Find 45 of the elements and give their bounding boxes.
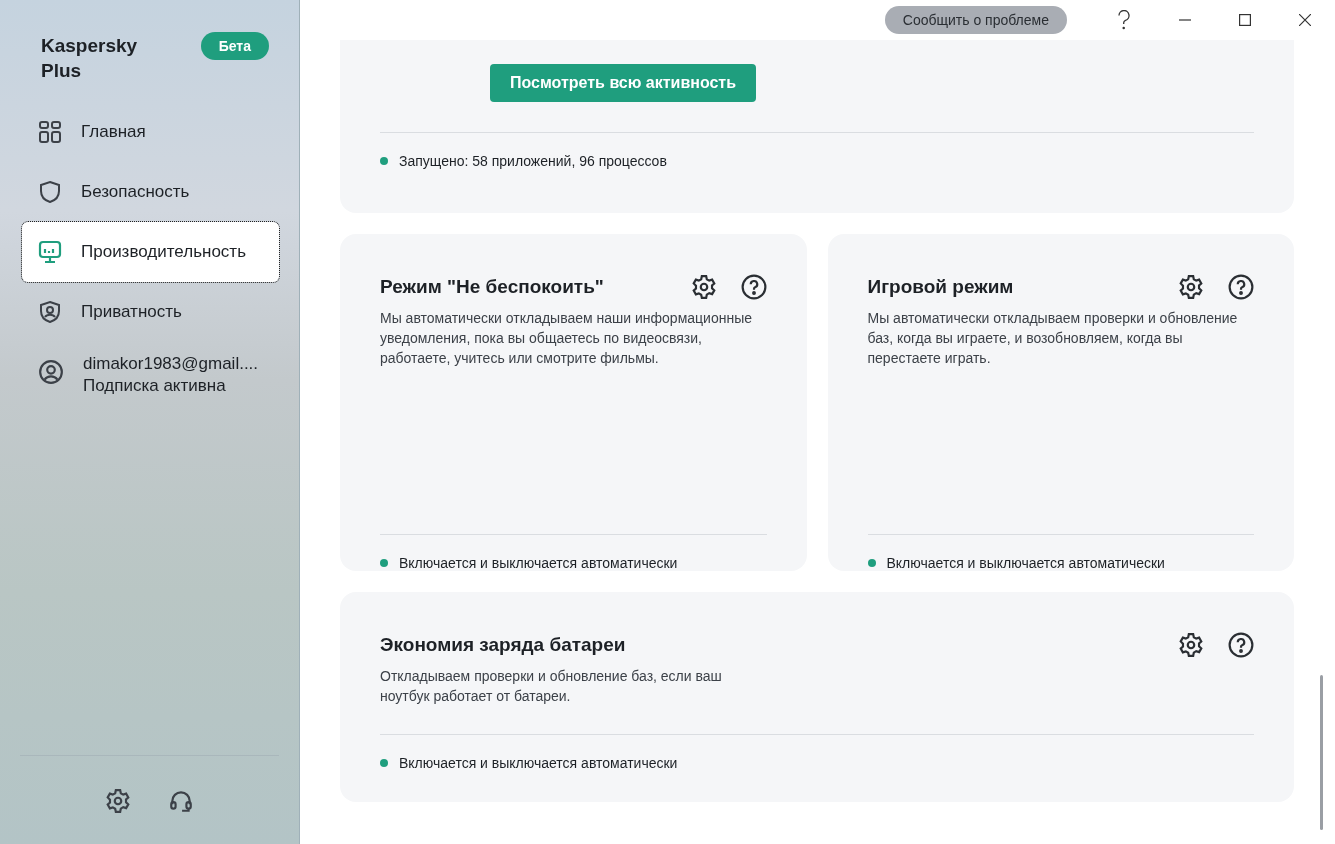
nav-item[interactable]: Главная [0,102,299,162]
card-description: Откладываем проверки и обновление баз, если ваш ноутбук работает от батареи. [380,667,723,706]
user-icon [38,359,64,385]
card-description: Мы автоматически откладываем наши информационные уведомления, пока вы общаетесь по видеосвязи, работаете, учитесь или смотрите фильмы. [380,309,753,368]
status-text: Включается и выключается автоматически [399,755,678,771]
settings-icon[interactable] [1178,274,1204,300]
status-dot [380,157,388,165]
nav-label: Главная [81,122,146,142]
report-problem-button[interactable]: Сообщить о проблеме [884,6,1067,34]
status-text: Запущено: 58 приложений, 96 процессов [399,153,667,169]
help-icon[interactable] [1228,274,1254,300]
card-title: Режим "Не беспокоить" [380,276,604,298]
nav-label: Приватность [81,302,182,322]
subscription-status: Подписка активна [83,375,227,397]
status-text: Включается и выключается автоматически [886,555,1165,571]
beta-badge: Бета [200,32,269,60]
headset-icon[interactable] [168,788,194,814]
settings-icon[interactable] [1178,632,1204,658]
card-title: Экономия заряда батареи [380,634,626,656]
monitor-icon [38,240,62,264]
shield-icon [38,180,62,204]
help-icon[interactable] [1117,10,1131,30]
help-icon[interactable] [1228,632,1254,658]
maximize-icon[interactable] [1239,14,1251,26]
nav-item[interactable]: Приватность [0,282,299,342]
account-email: dimakor1983@gmail.... [83,353,259,375]
status-dot [867,559,876,567]
card-title: Игровой режим [867,276,1014,298]
grid-icon [38,120,62,144]
nav-item[interactable]: Производительность [22,222,279,282]
nav-item[interactable]: dimakor1983@gmail.... Подписка активна [0,342,299,402]
app-title: Kaspersky Plus [41,34,138,83]
status-dot [380,559,388,567]
settings-icon[interactable] [690,274,717,300]
settings-icon[interactable] [105,788,131,814]
shield-user-icon [38,300,62,324]
card-description: Мы автоматически откладываем проверки и обновление баз, когда вы играете, и возобновляем, когда вы перестаете играть. [867,309,1239,368]
close-icon[interactable] [1299,14,1311,26]
scrollbar-thumb[interactable] [1320,675,1323,830]
nav-label: Производительность [81,242,246,262]
help-icon[interactable] [740,274,767,300]
nav-item[interactable]: Безопасность [0,162,299,222]
status-text: Включается и выключается автоматически [399,555,678,571]
status-dot [380,759,388,767]
nav-label: Безопасность [81,182,190,202]
